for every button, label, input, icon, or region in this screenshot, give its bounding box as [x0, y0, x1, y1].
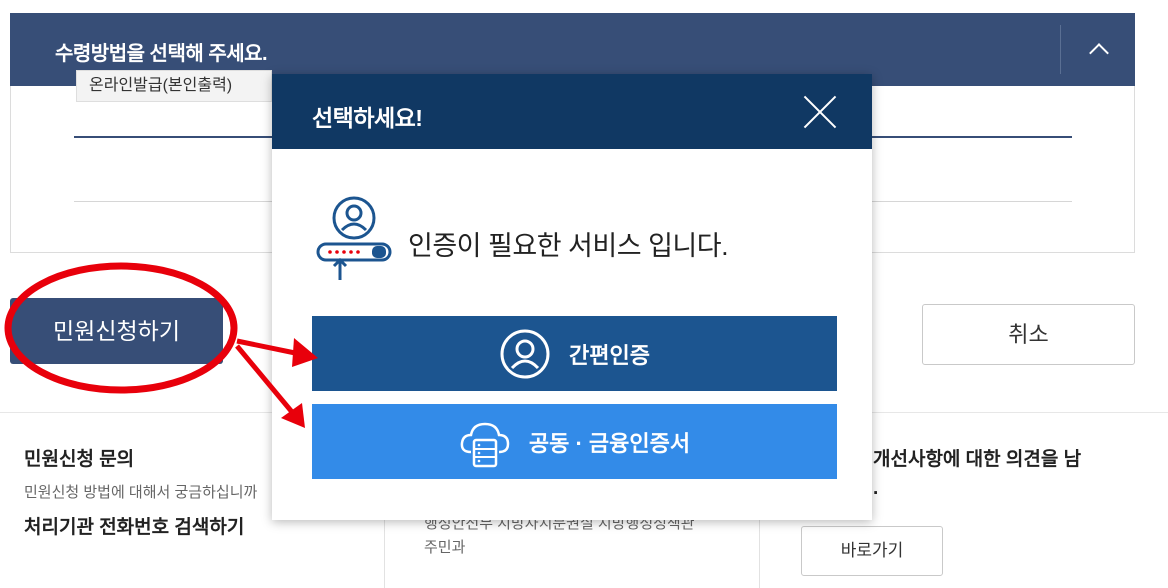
- auth-modal: 선택하세요! 인증이 필요한 서비스 입니다. 간편인증 공동 · 금융인증서: [272, 74, 872, 520]
- header-divider: [1060, 25, 1061, 74]
- cert-auth-label: 공동 · 금융인증서: [528, 430, 691, 456]
- goto-button[interactable]: 바로가기: [801, 526, 943, 576]
- modal-title: 선택하세요!: [312, 105, 423, 131]
- feedback-title: 개선사항에 대한 의견을 남: [873, 449, 1082, 470]
- cloud-server-icon: [460, 422, 510, 467]
- modal-header: 선택하세요!: [272, 74, 872, 149]
- inquiry-title: 민원신청 문의: [24, 449, 135, 470]
- method-option[interactable]: 온라인발급(본인출력): [76, 70, 272, 102]
- inquiry-description: 민원신청 방법에 대해서 궁금하십니까: [24, 484, 258, 501]
- apply-button[interactable]: 민원신청하기: [10, 298, 223, 364]
- cert-auth-button[interactable]: 공동 · 금융인증서: [312, 404, 837, 479]
- phone-search-link[interactable]: 처리기관 전화번호 검색하기: [24, 512, 244, 539]
- cancel-button[interactable]: 취소: [922, 304, 1135, 365]
- chevron-up-icon: [1089, 43, 1109, 63]
- simple-auth-label: 간편인증: [569, 342, 650, 368]
- feedback-title-2: .: [873, 478, 879, 499]
- close-icon[interactable]: [800, 92, 840, 132]
- collapse-button[interactable]: [1062, 13, 1135, 86]
- simple-auth-button[interactable]: 간편인증: [312, 316, 837, 391]
- user-circle-icon: [500, 329, 550, 378]
- auth-message: 인증이 필요한 서비스 입니다.: [408, 231, 729, 261]
- department-text-2: 주민과: [424, 539, 466, 556]
- section-title: 수령방법을 선택해 주세요.: [55, 43, 268, 65]
- authentication-icon: [316, 196, 392, 280]
